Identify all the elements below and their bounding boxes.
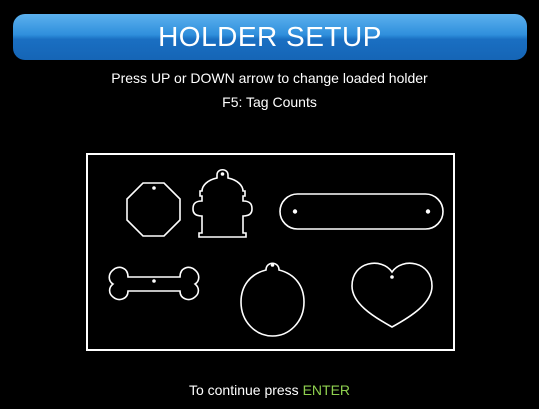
heart-tag-icon [351, 262, 433, 328]
octagon-tag-icon [126, 182, 181, 237]
continue-prompt: To continue press ENTER [0, 382, 539, 398]
instruction-change-holder: Press UP or DOWN arrow to change loaded … [111, 70, 428, 86]
bone-tag-icon [108, 266, 200, 301]
page-title: HOLDER SETUP [158, 21, 382, 52]
continue-prompt-text: To continue press [188, 382, 303, 398]
instruction-tag-counts: F5: Tag Counts [222, 94, 317, 110]
title-bar: HOLDER SETUP [13, 14, 527, 60]
circle-tag-icon [240, 262, 305, 337]
enter-key-label: ENTER [302, 382, 351, 398]
bar-tag-icon [279, 193, 444, 230]
fire-hydrant-tag-icon [192, 168, 253, 238]
holder-preview [86, 153, 455, 351]
holder-diagram [108, 168, 444, 337]
